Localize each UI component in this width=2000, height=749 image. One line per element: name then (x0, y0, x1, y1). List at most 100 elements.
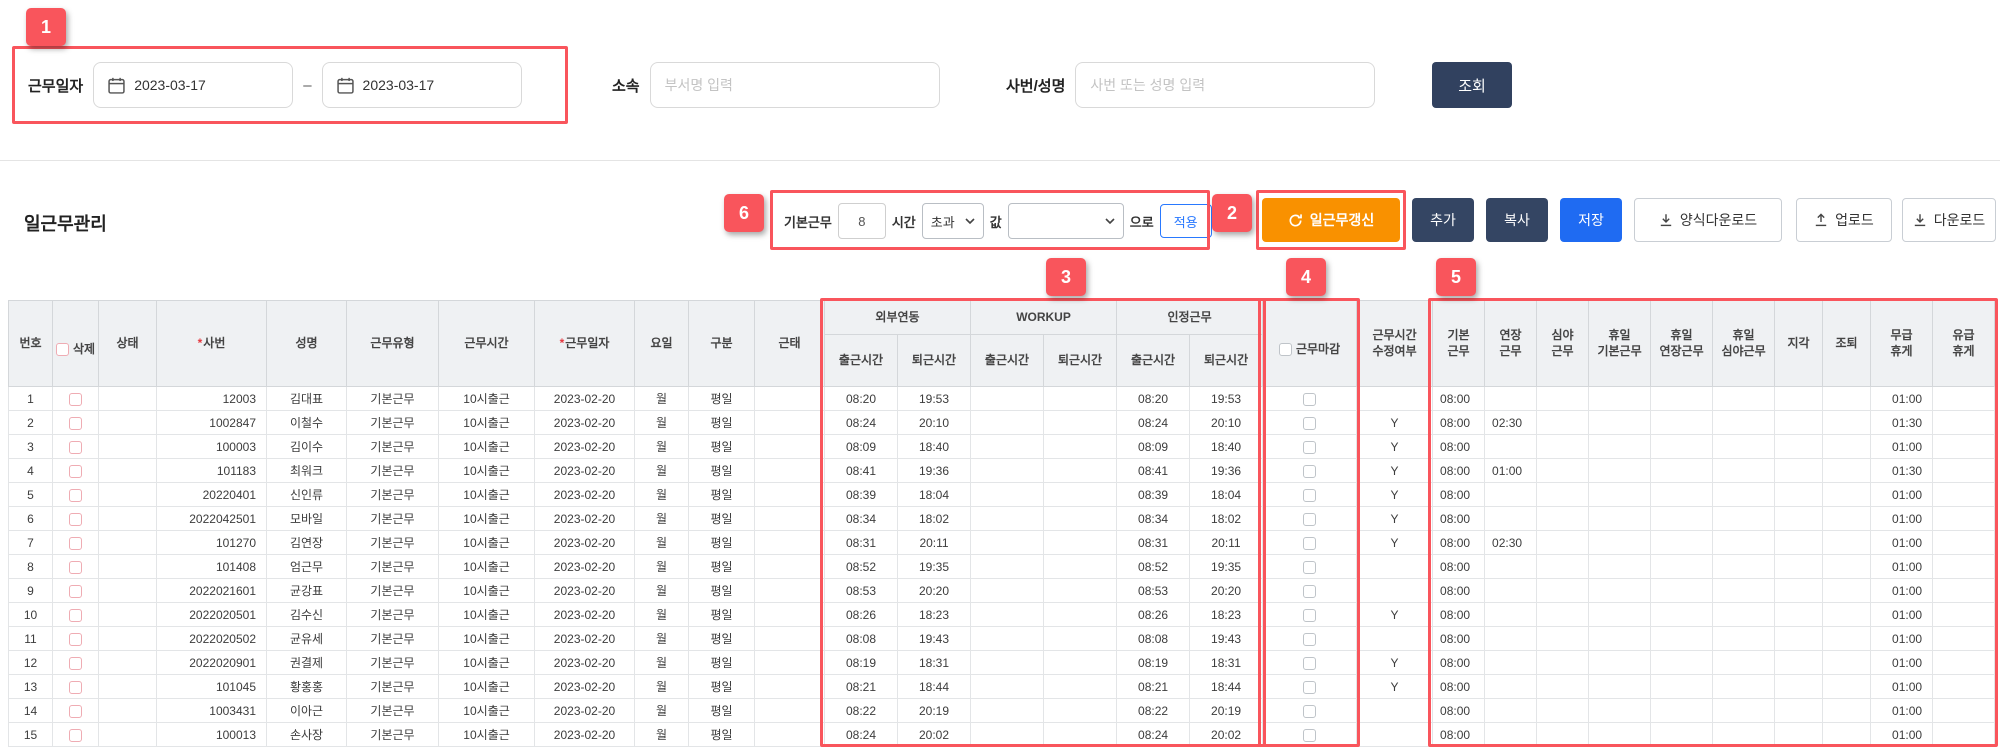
cell-modified: Y (1356, 506, 1434, 531)
close-all-checkbox[interactable] (1278, 343, 1292, 357)
template-download-button[interactable]: 양식다운로드 (1634, 198, 1782, 242)
del-checkbox[interactable] (69, 416, 82, 430)
cell-no: 11 (8, 626, 53, 651)
del-checkbox[interactable] (69, 704, 82, 718)
value-select[interactable] (1007, 203, 1124, 239)
close-checkbox[interactable] (1303, 536, 1317, 550)
cell-close (1262, 434, 1358, 459)
close-checkbox[interactable] (1303, 632, 1317, 646)
cell-workdate: 2023-02-20 (534, 434, 635, 459)
close-checkbox[interactable] (1303, 704, 1317, 718)
del-checkbox[interactable] (69, 632, 82, 646)
del-checkbox[interactable] (69, 488, 82, 502)
cell-status (98, 698, 157, 723)
del-checkbox[interactable] (69, 584, 82, 598)
cell-ext_out: 18:44 (896, 674, 972, 699)
cell-category: 평일 (688, 530, 755, 555)
cell-no: 12 (8, 650, 53, 675)
date-from-input[interactable]: 2023-03-17 (93, 62, 294, 108)
close-checkbox[interactable] (1303, 560, 1317, 574)
col-header-attendance: 근태 (754, 300, 825, 387)
cell-hol_over (1650, 650, 1714, 675)
cell-category: 평일 (688, 602, 755, 627)
cell-worktime: 10시출근 (438, 434, 535, 459)
cell-empno: 100003 (156, 434, 267, 459)
del-checkbox[interactable] (69, 728, 82, 742)
department-input[interactable] (649, 62, 940, 108)
cell-rec_out: 18:44 (1189, 674, 1264, 699)
cell-hol_over (1650, 506, 1714, 531)
add-button[interactable]: 추가 (1412, 198, 1474, 242)
col-header-late: 지각 (1774, 300, 1824, 387)
del-checkbox[interactable] (69, 536, 82, 550)
apply-button[interactable]: 적용 (1159, 204, 1212, 238)
delete-all-checkbox[interactable] (55, 343, 69, 357)
cell-basic: 08:00 (1432, 434, 1486, 459)
cell-early (1822, 458, 1872, 483)
cell-day: 월 (634, 482, 689, 507)
col-header-paid-break: 유급 휴게 (1932, 300, 1996, 387)
cell-modified: Y (1356, 650, 1434, 675)
cell-status (98, 482, 157, 507)
close-checkbox[interactable] (1303, 464, 1317, 478)
cell-status (98, 410, 157, 435)
cell-empno: 101045 (156, 674, 267, 699)
del-checkbox[interactable] (69, 440, 82, 454)
cell-unpaid: 01:00 (1870, 674, 1934, 699)
cell-close (1262, 722, 1358, 747)
close-checkbox[interactable] (1303, 440, 1317, 454)
cell-rec_in: 08:24 (1116, 410, 1191, 435)
cell-status (98, 626, 157, 651)
cell-unpaid: 01:00 (1870, 722, 1934, 747)
del-checkbox[interactable] (69, 656, 82, 670)
del-checkbox[interactable] (69, 464, 82, 478)
download-button[interactable]: 다운로드 (1902, 198, 1996, 242)
close-checkbox[interactable] (1303, 416, 1317, 430)
cell-close (1262, 698, 1358, 723)
del-checkbox[interactable] (69, 512, 82, 526)
cell-day: 월 (634, 650, 689, 675)
basic-work-controls: 기본근무 시간 초과 값 으로 적용 (784, 200, 1212, 242)
cell-del (52, 386, 99, 411)
employee-input[interactable] (1075, 62, 1376, 108)
del-checkbox[interactable] (69, 680, 82, 694)
close-checkbox[interactable] (1303, 680, 1317, 694)
upload-button[interactable]: 업로드 (1796, 198, 1892, 242)
cell-category: 평일 (688, 722, 755, 747)
cell-day: 월 (634, 698, 689, 723)
basic-hours-input[interactable] (837, 203, 886, 239)
daily-work-refresh-button[interactable]: 일근무갱신 (1262, 198, 1400, 242)
close-checkbox[interactable] (1303, 392, 1317, 406)
copy-button[interactable]: 복사 (1486, 198, 1548, 242)
cell-hol_night (1712, 410, 1776, 435)
download-label: 다운로드 (1933, 212, 1986, 228)
date-to-input[interactable]: 2023-03-17 (321, 62, 522, 108)
cell-early (1822, 602, 1872, 627)
del-checkbox[interactable] (69, 608, 82, 622)
del-checkbox[interactable] (69, 560, 82, 574)
cell-wu_in (970, 602, 1045, 627)
threshold-mode-select[interactable]: 초과 (921, 203, 984, 239)
close-checkbox[interactable] (1303, 656, 1317, 670)
cell-no: 13 (8, 674, 53, 699)
del-checkbox[interactable] (69, 392, 82, 406)
cell-attendance (754, 578, 825, 603)
close-checkbox[interactable] (1303, 488, 1317, 502)
cell-rec_out: 19:35 (1189, 554, 1264, 579)
header-row-groups: 번호 삭제 상태 *사번 성명 근무유형 근무시간 *근무일자 요일 구분 근태… (8, 300, 1996, 387)
cell-wu_out (1043, 698, 1118, 723)
cell-workdate: 2023-02-20 (534, 722, 635, 747)
close-checkbox[interactable] (1303, 608, 1317, 622)
cell-overtime (1484, 386, 1538, 411)
search-button[interactable]: 조회 (1432, 62, 1512, 108)
save-button[interactable]: 저장 (1560, 198, 1622, 242)
close-checkbox[interactable] (1303, 728, 1317, 742)
cell-hol_night (1712, 578, 1776, 603)
hours-label: 시간 (891, 214, 916, 230)
cell-no: 10 (8, 602, 53, 627)
cell-early (1822, 434, 1872, 459)
date-range-separator: – (303, 76, 312, 94)
close-checkbox[interactable] (1303, 512, 1317, 526)
cell-ext_in: 08:34 (824, 506, 898, 531)
close-checkbox[interactable] (1303, 584, 1317, 598)
